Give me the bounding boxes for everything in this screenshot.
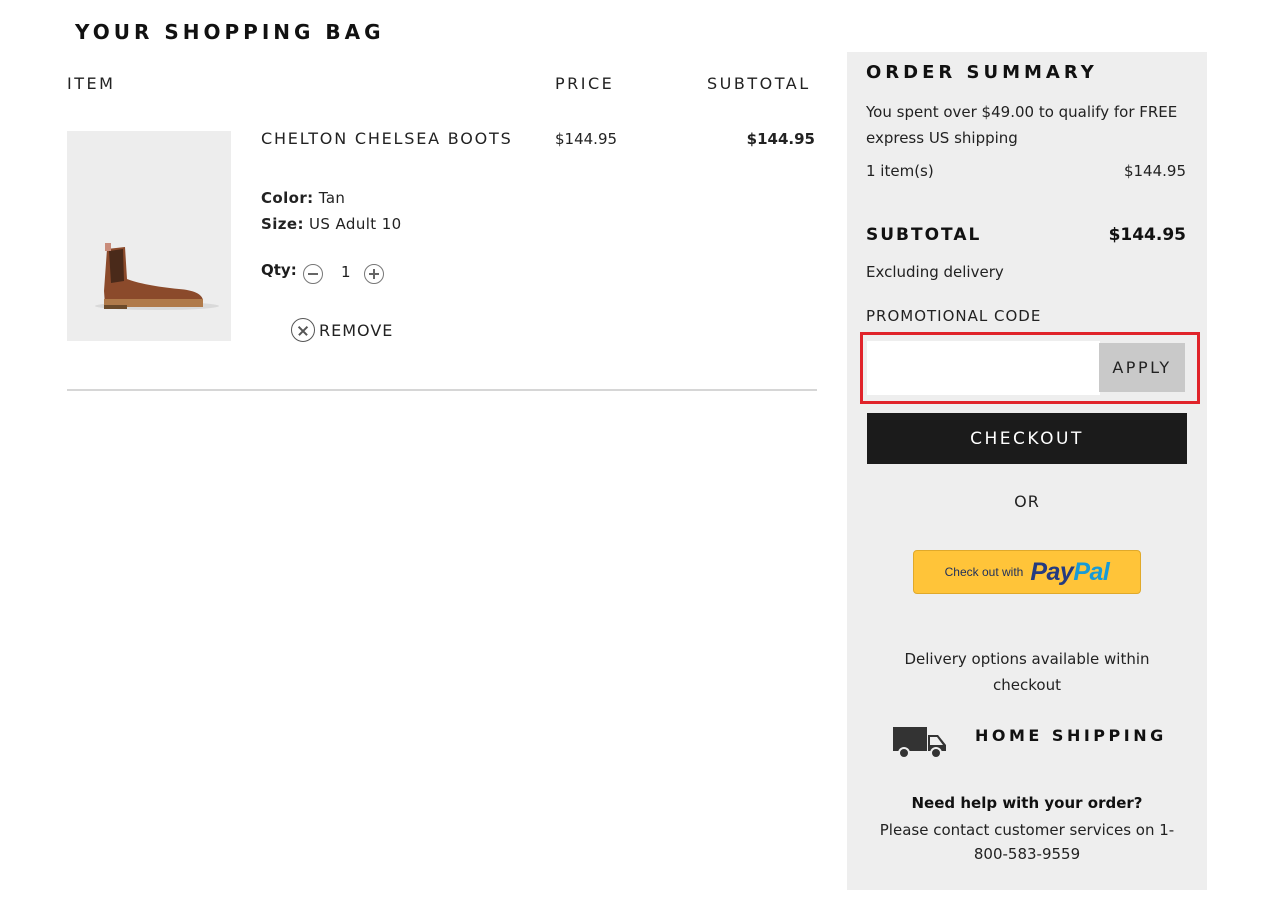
delivery-options-note: Delivery options available within checko… (904, 650, 1150, 694)
column-header-item: ITEM (67, 74, 116, 93)
paypal-logo-icon: PayPal (1030, 557, 1110, 587)
checkout-button[interactable]: CHECKOUT (867, 413, 1187, 464)
page-title: YOUR SHOPPING BAG (75, 20, 385, 44)
help-title: Need help with your order? (911, 794, 1143, 812)
order-summary-panel: ORDER SUMMARY You spent over $49.00 to q… (847, 52, 1207, 890)
product-size: Size: US Adult 10 (261, 215, 402, 233)
qty-label: Qty: (261, 261, 297, 279)
excluding-delivery: Excluding delivery (866, 263, 1004, 281)
help-contact-text: Please contact customer services on 1-80… (879, 821, 1175, 863)
color-value: Tan (318, 189, 346, 207)
remove-button[interactable]: REMOVE (291, 317, 393, 343)
chelsea-boot-image[interactable] (67, 131, 231, 341)
truck-icon (893, 727, 946, 759)
shipping-qualify-note: You spent over $49.00 to qualify for FRE… (866, 103, 1178, 147)
close-circle-icon (291, 318, 315, 342)
column-header-subtotal: SUBTOTAL (707, 74, 811, 93)
size-value: US Adult 10 (309, 215, 402, 233)
qty-value[interactable]: 1 (341, 263, 351, 281)
summary-title: ORDER SUMMARY (866, 62, 1098, 83)
remove-label: REMOVE (319, 320, 394, 340)
paypal-checkout-button[interactable]: Check out with PayPal (913, 550, 1141, 594)
color-label: Color: (261, 189, 314, 207)
minus-icon[interactable] (303, 264, 323, 284)
or-separator: OR (1014, 492, 1040, 511)
subtotal-value: $144.95 (1108, 225, 1186, 245)
items-count: 1 item(s) (866, 162, 934, 180)
items-total: $144.95 (1123, 162, 1186, 180)
paypal-logo-pay: Pay (1030, 557, 1074, 586)
product-color: Color: Tan (261, 189, 345, 207)
cart-divider (67, 389, 817, 391)
boot-icon (95, 243, 219, 310)
item-subtotal: $144.95 (746, 130, 815, 148)
home-shipping-label: HOME SHIPPING (975, 726, 1167, 745)
plus-icon[interactable] (364, 264, 384, 284)
paypal-prefix: Check out with (944, 565, 1024, 579)
item-price: $144.95 (555, 130, 618, 148)
size-label: Size: (261, 215, 304, 233)
subtotal-label: SUBTOTAL (866, 225, 982, 245)
apply-button[interactable]: APPLY (1099, 343, 1185, 392)
paypal-logo-pal: Pal (1073, 557, 1110, 586)
product-name[interactable]: CHELTON CHELSEA BOOTS (261, 127, 521, 151)
promo-code-label: PROMOTIONAL CODE (866, 307, 1042, 325)
promo-code-input[interactable] (867, 341, 1100, 395)
column-header-price: PRICE (555, 74, 615, 93)
